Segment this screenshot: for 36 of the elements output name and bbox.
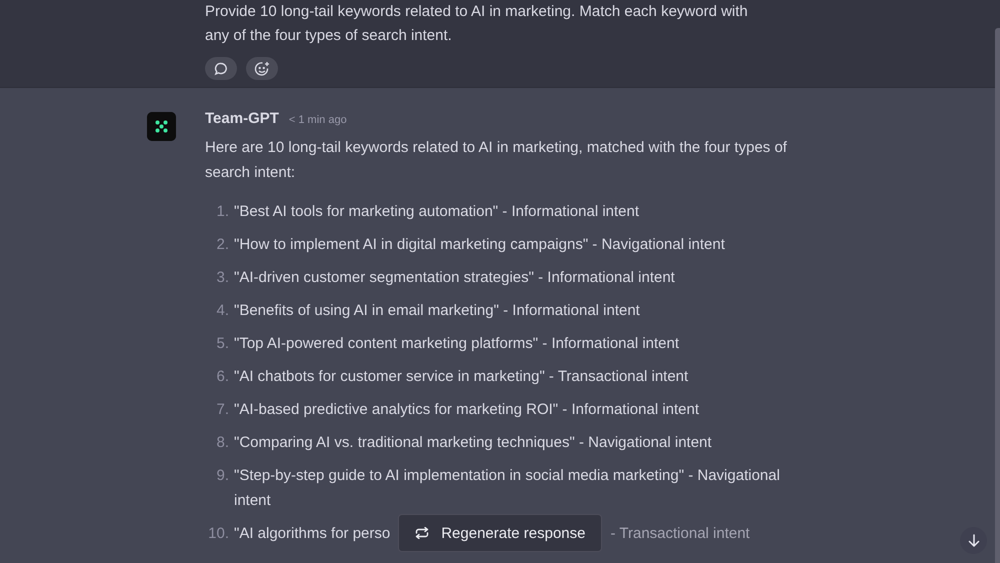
down-arrow-icon: [968, 534, 980, 547]
list-number: 1.: [215, 202, 229, 222]
list-number: 6.: [215, 367, 229, 387]
list-number: 8.: [215, 433, 229, 453]
regenerate-button[interactable]: Regenerate response: [398, 514, 602, 552]
list-item-text: - Transactional intent: [610, 524, 750, 544]
list-item-text: "Best AI tools for marketing automation" - Informational intent: [234, 202, 640, 222]
list-item-text: "AI chatbots for customer service in marketing" - Transactional intent: [234, 367, 688, 387]
list-item-text: "Step-by-step guide to AI implementation in social media marketing" - Navigational intent: [234, 466, 781, 511]
list-number: 4.: [215, 301, 229, 321]
list-item-text: "AI algorithms for perso: [234, 524, 390, 544]
reaction-button[interactable]: [246, 57, 278, 80]
speech-bubble-icon: [214, 62, 228, 76]
list-item-text: "AI-driven customer segmentation strategies" - Informational intent: [234, 268, 675, 288]
list-number: 3.: [215, 268, 229, 288]
smiley-plus-icon: [254, 60, 270, 76]
prompt-text: Provide 10 long-tail keywords related to AI in marketing. Match each keyword with: [205, 2, 749, 22]
list-item-text: "How to implement AI in digital marketing campaigns" - Navigational intent: [234, 235, 725, 255]
comment-button[interactable]: [205, 57, 237, 80]
prompt-text: any of the four types of search intent.: [205, 26, 453, 46]
list-number: 2.: [215, 235, 229, 255]
list-item-text: "Comparing AI vs. traditional marketing techniques" - Navigational intent: [234, 433, 712, 453]
author-name: Team-GPT: [205, 110, 279, 127]
list-item-text: "Benefits of using AI in email marketing" - Informational intent: [234, 301, 640, 321]
avatar-icon: [147, 112, 176, 141]
repeat-icon: [415, 527, 430, 539]
list-number: 9.: [215, 466, 229, 486]
scrollbar[interactable]: [995, 28, 1000, 563]
timestamp: < 1 min ago: [288, 114, 347, 126]
reply-text: Here are 10 long-tail keywords related to AI in marketing, matched with the four types of search intent:: [205, 138, 788, 183]
list-number: 10.: [207, 524, 229, 544]
scroll-down-button[interactable]: [960, 527, 987, 554]
list-item-text: "AI-based predictive analytics for marketing ROI" - Informational intent: [234, 400, 700, 420]
list-number: 5.: [215, 334, 229, 354]
list-number: 7.: [215, 400, 229, 420]
list-item-text: "Top AI-powered content marketing platforms" - Informational intent: [234, 334, 680, 354]
